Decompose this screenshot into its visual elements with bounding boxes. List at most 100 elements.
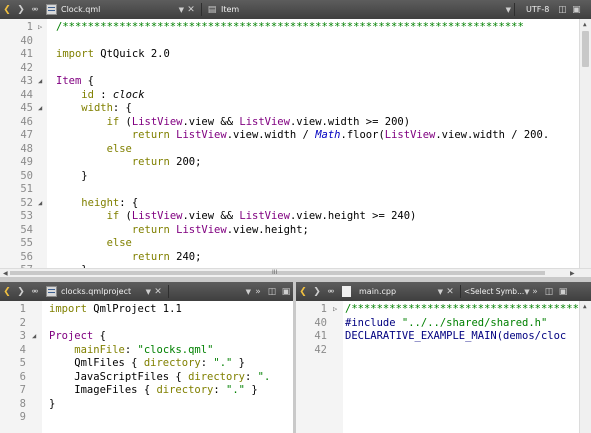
code-token: .floor( <box>340 129 385 141</box>
code-line: 49 return 200; <box>0 156 591 170</box>
fold-marker-icon[interactable]: ◢ <box>38 75 42 89</box>
lock-icon[interactable]: ⚮ <box>28 282 42 301</box>
close-icon[interactable]: ✕ <box>443 282 457 301</box>
symbol-selector[interactable]: <Select Symb... ▼ <box>464 282 530 301</box>
code-token: ListView <box>176 129 227 141</box>
line-number: 50 <box>20 169 33 182</box>
line-number: 8 <box>19 397 26 410</box>
code-token: import <box>56 48 101 60</box>
code-line: 48 else <box>0 143 591 157</box>
horizontal-scrollbar[interactable]: ◀ III ▶ <box>0 268 591 277</box>
fold-marker-icon[interactable]: ◢ <box>38 197 42 211</box>
code-line: 50 } <box>0 170 591 184</box>
scroll-left-icon[interactable]: ◀ <box>3 270 8 277</box>
fold-marker-icon[interactable]: ◢ <box>32 330 36 344</box>
file-selector[interactable]: clocks.qmlproject ▼ <box>61 282 151 301</box>
code-line: 46 if (ListView.view && ListView.view.wi… <box>0 116 591 130</box>
lock-icon[interactable]: ⚮ <box>28 0 42 19</box>
scroll-up-icon[interactable]: ▲ <box>583 303 587 310</box>
code-token: return <box>131 156 170 168</box>
code-line: 47 return ListView.view.width / Math.flo… <box>0 129 591 143</box>
lock-icon[interactable]: ⚮ <box>324 282 338 301</box>
code-token: ListView <box>176 223 227 236</box>
forward-arrow-icon[interactable]: ❯ <box>14 282 28 301</box>
split-icon[interactable]: ◫ <box>542 282 556 301</box>
code-token: .view.width / 200. <box>435 129 550 141</box>
scrollbar-thumb[interactable]: III <box>10 269 545 276</box>
code-token: QmlFiles { <box>49 357 144 369</box>
code-token: return <box>131 250 170 263</box>
code-token: directory <box>143 357 201 369</box>
overflow-icon[interactable]: » <box>528 282 542 301</box>
vertical-scrollbar[interactable]: ▲ <box>579 19 591 268</box>
line-number: 1 <box>26 21 33 33</box>
scrollbar-thumb[interactable] <box>582 31 589 67</box>
line-code: width: { <box>56 102 132 116</box>
line-code: return 240; <box>56 250 202 265</box>
code-token: .view && <box>182 115 240 128</box>
fold-marker-icon[interactable]: ▷ <box>333 303 337 317</box>
file-name: Clock.qml <box>61 5 101 14</box>
code-token: DECLARATIVE_EXAMPLE_MAIN(demos/cloc <box>345 330 567 342</box>
bottom-right-editor-toolbar: ❮ ❯ ⚮ main.cpp ▼ ✕ <Select Symb... ▼ » ◫… <box>296 282 591 301</box>
forward-arrow-icon[interactable]: ❯ <box>310 282 324 301</box>
code-token: height <box>81 196 120 209</box>
encoding-label[interactable]: UTF-8 <box>526 5 549 14</box>
code-token: width <box>81 102 113 114</box>
close-icon[interactable]: ✕ <box>184 0 198 19</box>
line-number: 52 <box>20 196 33 209</box>
line-number: 51 <box>20 183 33 195</box>
code-token: ( <box>119 210 132 222</box>
overflow-icon[interactable]: » <box>251 282 265 301</box>
line-code: Project { <box>49 330 106 344</box>
code-token: QtQuick 2.0 <box>100 48 170 60</box>
code-token: .view.width >= 200) <box>289 115 411 128</box>
code-token: else <box>106 142 132 155</box>
fold-marker-icon[interactable]: ▷ <box>38 21 42 35</box>
line-number: 1 <box>19 303 26 315</box>
code-token: JavaScriptFiles { <box>49 370 189 383</box>
scroll-up-icon[interactable]: ▲ <box>583 21 587 28</box>
back-arrow-icon[interactable]: ❮ <box>0 282 14 301</box>
file-selector[interactable]: Clock.qml ▼ <box>61 0 184 19</box>
close-split-icon[interactable]: ▣ <box>556 282 570 301</box>
scroll-right-icon[interactable]: ▶ <box>570 270 575 277</box>
bottom-right-code-editor[interactable]: 1 ▷ /*************************************… <box>296 301 591 433</box>
split-icon[interactable]: ◫ <box>265 282 279 301</box>
symbol-selector[interactable]: Item ▼ <box>219 0 511 19</box>
vertical-scrollbar[interactable]: ▲ <box>579 301 591 433</box>
code-token: Project <box>49 330 94 342</box>
code-line: 8} <box>0 398 293 412</box>
code-token: /***************************************… <box>56 21 524 33</box>
code-line: 7 ImageFiles { directory: "." } <box>0 384 293 398</box>
close-split-icon[interactable]: ▣ <box>569 0 583 19</box>
back-arrow-icon[interactable]: ❮ <box>0 0 14 19</box>
line-code: else <box>56 143 132 157</box>
code-token: Math <box>315 129 341 141</box>
line-number: 43 <box>20 75 33 87</box>
close-icon[interactable]: ✕ <box>151 282 165 301</box>
bottom-left-code-editor[interactable]: 1 import QmlProject 1.1 2 3 ◢ Project {4 main… <box>0 301 293 433</box>
code-line: 40 #include "../../shared/shared.h" <box>296 317 591 331</box>
line-number: 42 <box>20 61 33 74</box>
file-selector[interactable]: main.cpp ▼ <box>355 282 443 301</box>
line-number: 41 <box>314 330 327 342</box>
close-split-icon[interactable]: ▣ <box>279 282 293 301</box>
line-number: 2 <box>19 316 26 329</box>
fold-marker-icon[interactable]: ◢ <box>38 102 42 116</box>
code-token: Item <box>56 75 82 87</box>
code-line: 43 ◢ Item { <box>0 75 591 89</box>
top-code-editor[interactable]: 1 ▷ /*************************************… <box>0 19 591 268</box>
split-icon[interactable]: ◫ <box>555 0 569 19</box>
line-number: 49 <box>20 156 33 168</box>
code-token: "." <box>226 384 245 396</box>
forward-arrow-icon[interactable]: ❯ <box>14 0 28 19</box>
back-arrow-icon[interactable]: ❮ <box>296 282 310 301</box>
code-token: ( <box>119 115 132 128</box>
code-line: 9 <box>0 411 293 425</box>
code-token: id <box>81 88 94 101</box>
line-number: 6 <box>19 370 26 383</box>
